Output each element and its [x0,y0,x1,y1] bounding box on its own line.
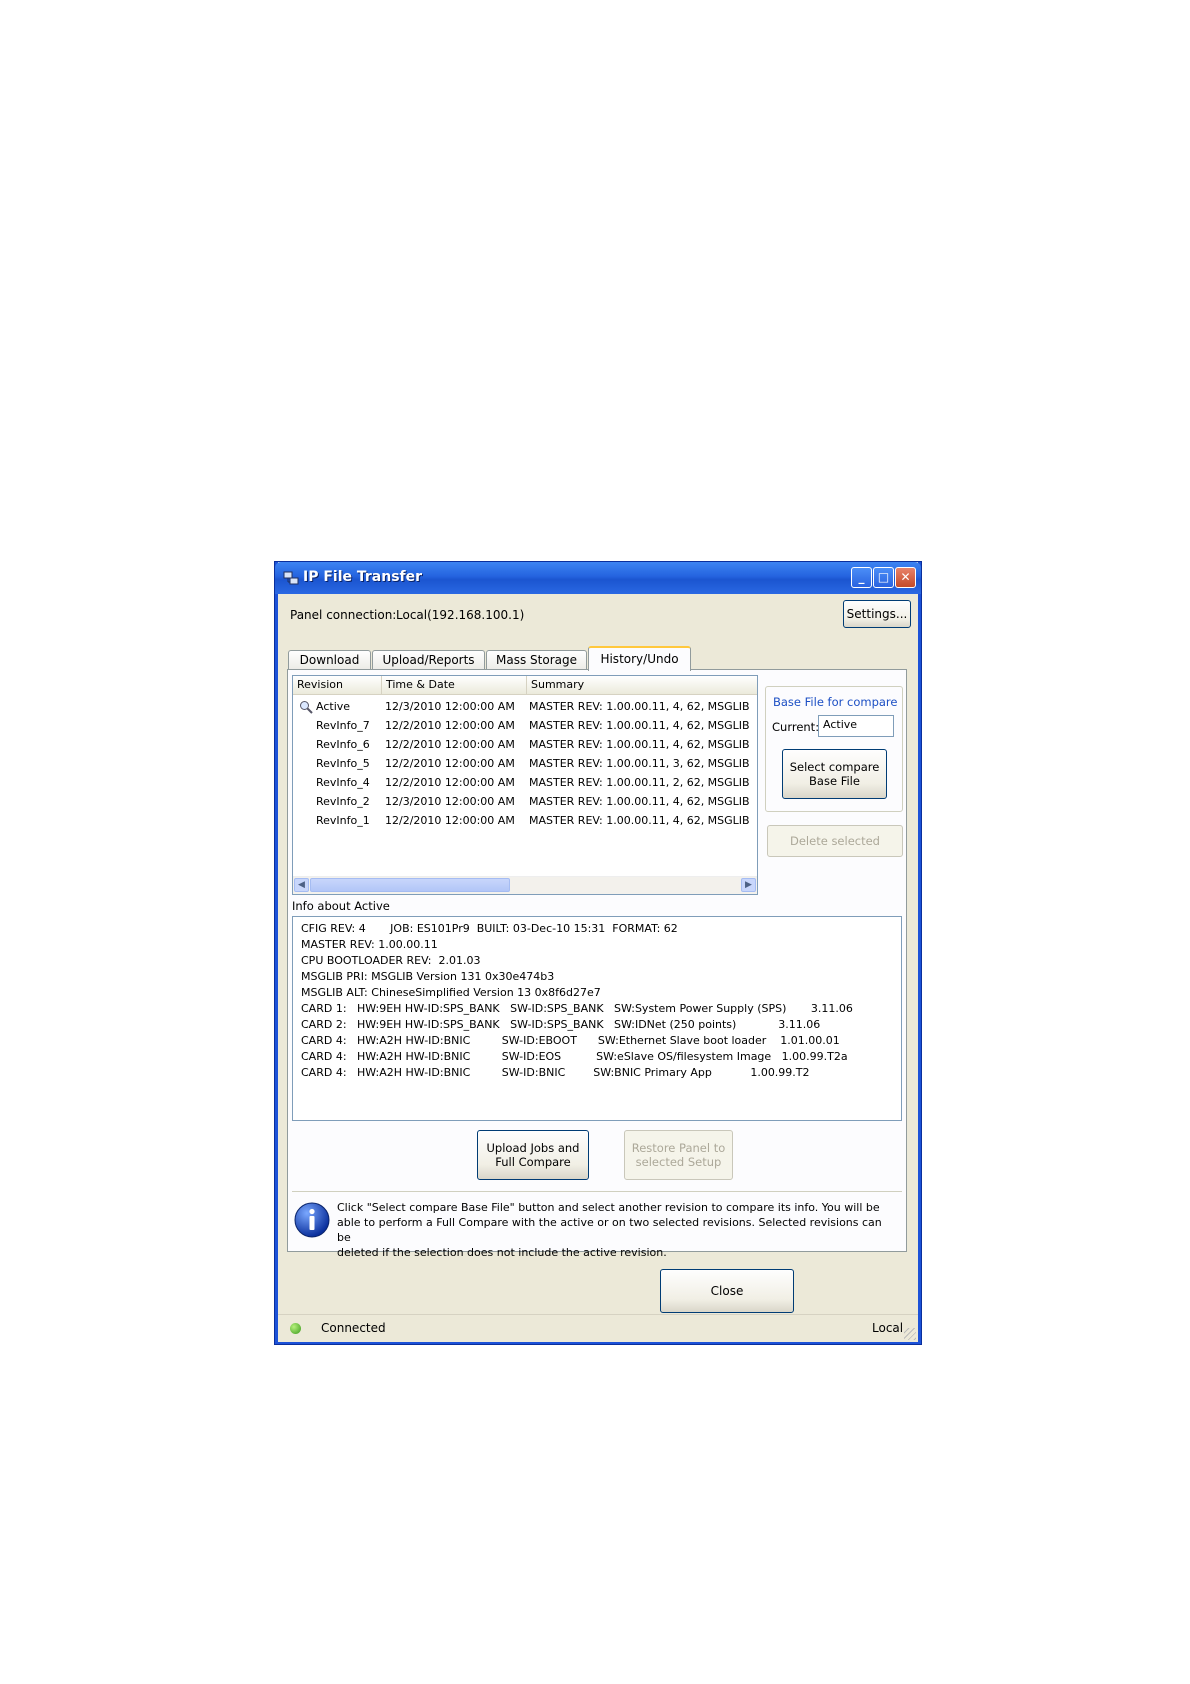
current-base-file-field[interactable]: Active [818,715,894,737]
info-icon [294,1202,330,1238]
ip-file-transfer-window: IP File Transfer _ □ ✕ Panel connection:… [275,562,921,1344]
table-row[interactable]: Active 12/3/2010 12:00:00 AM MASTER REV: 1… [293,698,757,717]
maximize-button[interactable]: □ [873,567,894,588]
cell-summary: MASTER REV: 1.00.00.11, 4, 62, MSGLIB [529,738,750,751]
app-icon [283,571,299,585]
settings-button[interactable]: Settings... [843,600,911,628]
tab-history-undo[interactable]: History/Undo [588,646,691,671]
upload-jobs-full-compare-button[interactable]: Upload Jobs and Full Compare [477,1130,589,1180]
table-row[interactable]: RevInfo_5 12/2/2010 12:00:00 AM MASTER REV… [293,755,757,774]
title-bar[interactable]: IP File Transfer _ □ ✕ [275,562,921,594]
tab-mass-storage[interactable]: Mass Storage [486,650,587,670]
cell-summary: MASTER REV: 1.00.00.11, 4, 62, MSGLIB [529,795,750,808]
panel-connection-label: Panel connection: [290,608,397,622]
info-line: CARD 4: HW:A2H HW-ID:BNIC SW-ID:EOS SW:e… [301,1050,848,1063]
close-window-button[interactable]: ✕ [895,567,916,588]
select-compare-base-file-button[interactable]: Select compare Base File [782,749,887,799]
cell-time: 12/3/2010 12:00:00 AM [385,795,515,808]
cell-revision: RevInfo_2 [316,795,370,808]
tab-download[interactable]: Download [288,650,371,670]
info-line: CFIG REV: 4 JOB: ES101Pr9 BUILT: 03-Dec-… [301,922,678,935]
current-label: Current: [772,720,820,734]
info-line: MSGLIB ALT: ChineseSimplified Version 13… [301,986,601,999]
info-line: MASTER REV: 1.00.00.11 [301,938,438,951]
cell-summary: MASTER REV: 1.00.00.11, 2, 62, MSGLIB [529,776,750,789]
base-file-title: Base File for compare [773,695,898,709]
window-title: IP File Transfer [303,569,423,585]
cell-time: 12/2/2010 12:00:00 AM [385,719,515,732]
table-row[interactable]: RevInfo_2 12/3/2010 12:00:00 AM MASTER REV… [293,793,757,812]
info-line: CARD 2: HW:9EH HW-ID:SPS_BANK SW-ID:SPS_… [301,1018,821,1031]
column-header-summary[interactable]: Summary [527,676,757,694]
column-header-revision[interactable]: Revision [293,676,382,694]
base-file-groupbox: Base File for compare Current: Active Se… [765,686,903,812]
scroll-left-arrow-icon[interactable]: ◀ [294,878,309,892]
table-row[interactable]: RevInfo_4 12/2/2010 12:00:00 AM MASTER REV… [293,774,757,793]
revision-list-header: Revision Time & Date Summary [293,676,757,695]
cell-time: 12/3/2010 12:00:00 AM [385,700,515,713]
close-button[interactable]: Close [660,1269,794,1313]
column-header-time-date[interactable]: Time & Date [382,676,527,694]
tab-upload-reports[interactable]: Upload/Reports [372,650,485,670]
scroll-thumb[interactable] [310,878,510,892]
status-local: Local [872,1321,904,1335]
minimize-button[interactable]: _ [851,567,872,588]
resize-grip-icon[interactable] [904,1328,916,1340]
cell-summary: MASTER REV: 1.00.00.11, 4, 62, MSGLIB [529,700,750,713]
cell-revision: RevInfo_1 [316,814,370,827]
connected-status-icon [290,1323,301,1334]
scroll-right-arrow-icon[interactable]: ▶ [741,878,756,892]
restore-panel-button[interactable]: Restore Panel to selected Setup [624,1130,733,1180]
info-label: Info about Active [292,899,390,913]
info-line: MSGLIB PRI: MSGLIB Version 131 0x30e474b… [301,970,555,983]
hint-text: Click "Select compare Base File" button … [337,1201,882,1259]
cell-summary: MASTER REV: 1.00.00.11, 4, 62, MSGLIB [529,719,750,732]
cell-revision: RevInfo_7 [316,719,370,732]
cell-revision: RevInfo_6 [316,738,370,751]
cell-revision: RevInfo_4 [316,776,370,789]
info-line: CARD 4: HW:A2H HW-ID:BNIC SW-ID:EBOOT SW… [301,1034,840,1047]
horizontal-scrollbar[interactable]: ◀ ▶ [293,876,757,894]
cell-time: 12/2/2010 12:00:00 AM [385,738,515,751]
cell-summary: MASTER REV: 1.00.00.11, 3, 62, MSGLIB [529,757,750,770]
magnifier-icon [300,701,313,714]
cell-time: 12/2/2010 12:00:00 AM [385,757,515,770]
status-bar: Connected Local [278,1314,918,1342]
table-row[interactable]: RevInfo_6 12/2/2010 12:00:00 AM MASTER REV… [293,736,757,755]
revision-list[interactable]: Revision Time & Date Summary Active 12/3/… [292,675,758,895]
delete-selected-button[interactable]: Delete selected [767,825,903,857]
info-textbox[interactable]: CFIG REV: 4 JOB: ES101Pr9 BUILT: 03-Dec-… [292,916,902,1121]
cell-summary: MASTER REV: 1.00.00.11, 4, 62, MSGLIB [529,814,750,827]
info-line: CARD 4: HW:A2H HW-ID:BNIC SW-ID:BNIC SW:… [301,1066,810,1079]
table-row[interactable]: RevInfo_7 12/2/2010 12:00:00 AM MASTER REV… [293,717,757,736]
info-line: CPU BOOTLOADER REV: 2.01.03 [301,954,481,967]
separator [292,1191,902,1192]
cell-revision: RevInfo_5 [316,757,370,770]
panel-connection-value: Local(192.168.100.1) [396,608,525,622]
info-line: CARD 1: HW:9EH HW-ID:SPS_BANK SW-ID:SPS_… [301,1002,853,1015]
status-connected: Connected [321,1321,386,1335]
table-row[interactable]: RevInfo_1 12/2/2010 12:00:00 AM MASTER REV… [293,812,757,831]
cell-revision: Active [316,700,351,713]
history-undo-panel: Revision Time & Date Summary Active 12/3/… [287,669,907,1259]
cell-time: 12/2/2010 12:00:00 AM [385,814,515,827]
cell-time: 12/2/2010 12:00:00 AM [385,776,515,789]
